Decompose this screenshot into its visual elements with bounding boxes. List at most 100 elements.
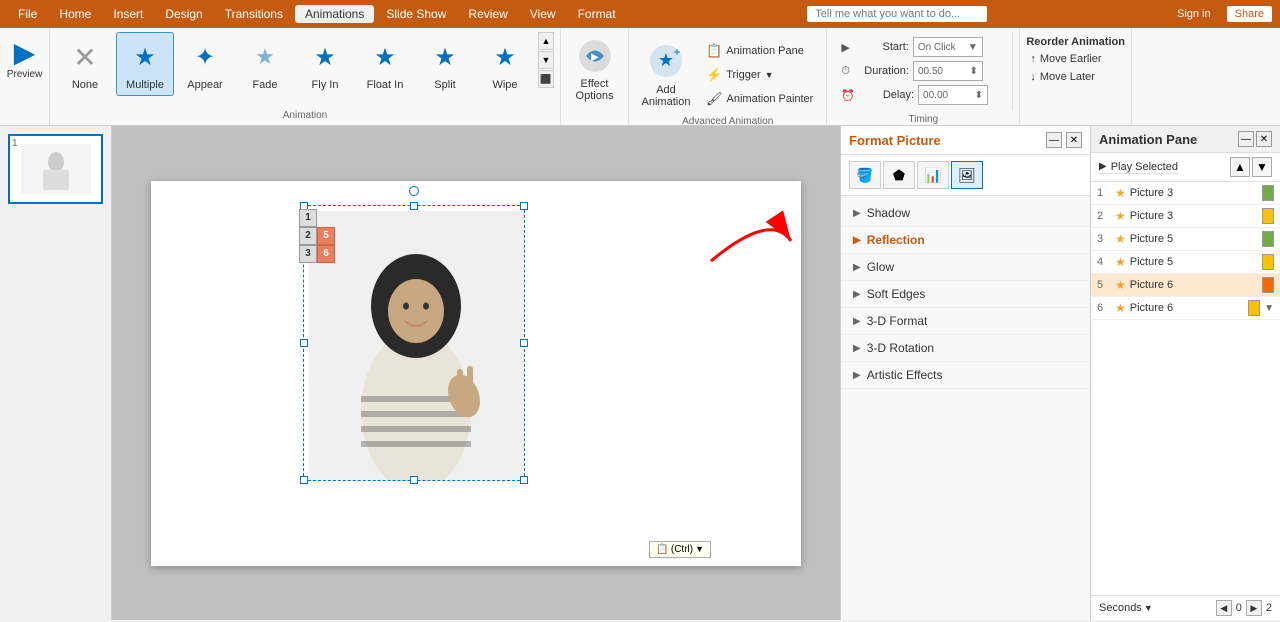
move-up-button[interactable]: ▲ [1230,157,1250,177]
none-label: None [72,79,98,91]
scroll-more-btn[interactable]: ⬛ [538,70,554,88]
anim-split[interactable]: ★ Split [416,32,474,96]
anim-row-4[interactable]: 4 ★ Picture 5 [1091,251,1280,274]
effect-options-button[interactable]: ▶ Effect Options [565,32,625,106]
anim-row-5[interactable]: 5 ★ Picture 6 [1091,274,1280,297]
share-button[interactable]: Share [1227,6,1272,22]
anim-row-6[interactable]: 6 ★ Picture 6 ▼ [1091,297,1280,320]
page-current: 0 [1236,602,1242,614]
anim-row-2[interactable]: 2 ★ Picture 3 [1091,205,1280,228]
format-panel-close[interactable]: ✕ [1066,132,1082,148]
3d-rotation-section[interactable]: ▶ 3-D Rotation [841,335,1090,362]
add-animation-button[interactable]: ★ + Add Animation [635,36,697,112]
advanced-right-buttons: 📋 Animation Pane ⚡ Trigger ▼ 🖌 Animation… [699,36,820,110]
handle-topright[interactable] [520,202,528,210]
menu-format[interactable]: Format [568,5,626,23]
glow-section[interactable]: ▶ Glow [841,254,1090,281]
menu-file[interactable]: File [8,5,47,23]
effects-tab[interactable]: 📊 [917,161,949,189]
ctrl-badge[interactable]: 📋 (Ctrl) ▼ [649,541,711,558]
slide-thumb-1[interactable]: 1 [8,134,103,204]
effect-options-group: ▶ Effect Options [561,28,629,125]
fill-tab[interactable]: 🪣 [849,161,881,189]
animation-pane-minimize[interactable]: — [1238,131,1254,147]
anim-multiple[interactable]: ★ Multiple [116,32,174,96]
handle-bottomcenter[interactable] [410,476,418,484]
delay-icon: ⏰ [841,89,855,102]
artistic-effects-label: Artistic Effects [867,368,943,382]
menu-review[interactable]: Review [458,5,517,23]
menu-home[interactable]: Home [49,5,101,23]
floatin-icon: ★ [365,37,405,77]
anim-star-3: ★ [1115,232,1126,246]
duration-input[interactable]: 00.50 ⬍ [913,61,983,81]
fill-icon: 🪣 [856,167,873,184]
move-earlier-button[interactable]: ↑ Move Earlier [1026,52,1125,66]
animation-painter-button[interactable]: 🖌 Animation Painter [699,88,820,110]
move-down-button[interactable]: ▼ [1252,157,1272,177]
add-animation-icon: ★ + [645,40,687,82]
anim-name-2: Picture 3 [1130,210,1258,222]
anim-name-3: Picture 5 [1130,233,1258,245]
move-later-button[interactable]: ↓ Move Later [1026,70,1125,84]
page-next-button[interactable]: ▶ [1246,600,1262,616]
anim-flyin[interactable]: ★ Fly In [296,32,354,96]
menu-transitions[interactable]: Transitions [215,5,293,23]
reflection-section[interactable]: ▶ Reflection [841,227,1090,254]
artistic-effects-section[interactable]: ▶ Artistic Effects [841,362,1090,389]
seconds-dropdown[interactable]: Seconds ▼ [1099,602,1153,614]
delay-input[interactable]: 00.00 ⬍ [918,85,988,105]
anim-none[interactable]: ✕ None [56,32,114,96]
animation-painter-label: Animation Painter [727,93,814,105]
soft-edges-section[interactable]: ▶ Soft Edges [841,281,1090,308]
soft-edges-label: Soft Edges [867,287,926,301]
handle-topcenter[interactable] [410,202,418,210]
rotate-handle[interactable] [409,186,419,196]
seconds-label: Seconds [1099,602,1142,614]
page-prev-button[interactable]: ◀ [1216,600,1232,616]
duration-icon: ⏱ [841,65,850,78]
menu-slideshow[interactable]: Slide Show [376,5,456,23]
search-input[interactable] [807,6,987,22]
timing-label: Timing [909,110,939,125]
anim-name-5: Picture 6 [1130,279,1258,291]
picture-tab[interactable]: 🖼 [951,161,983,189]
trigger-button[interactable]: ⚡ Trigger ▼ [699,64,820,86]
anim-row-3[interactable]: 3 ★ Picture 5 [1091,228,1280,251]
anim-wipe[interactable]: ★ Wipe [476,32,534,96]
format-panel-tabs: 🪣 ⬟ 📊 🖼 [841,155,1090,196]
3d-format-section[interactable]: ▶ 3-D Format [841,308,1090,335]
menu-animations[interactable]: Animations [295,5,374,23]
anim-floatin[interactable]: ★ Float In [356,32,414,96]
slide-canvas[interactable]: 1 2 3 5 6 📋 (Ctrl) ▼ [151,181,801,566]
handle-midleft[interactable] [300,339,308,347]
preview-button[interactable]: ▶ Preview [3,32,47,84]
start-dropdown[interactable]: On Click ▼ [913,37,983,57]
menu-view[interactable]: View [520,5,566,23]
anim-row-1[interactable]: 1 ★ Picture 3 [1091,182,1280,205]
scroll-down-btn[interactable]: ▼ [538,51,554,69]
page-navigation: ◀ 0 ▶ 2 [1216,600,1272,616]
handle-bottomright[interactable] [520,476,528,484]
anim-dropdown-6[interactable]: ▼ [1264,303,1274,314]
shape-tab[interactable]: ⬟ [883,161,915,189]
format-panel-minimize[interactable]: — [1046,132,1062,148]
play-selected-button[interactable]: ▶ Play Selected [1099,161,1178,174]
anim-fade[interactable]: ★ Fade [236,32,294,96]
handle-bottomleft[interactable] [300,476,308,484]
image-selection [303,205,525,481]
advanced-anim-group: ★ + Add Animation 📋 Animation Pane ⚡ Tri… [629,28,827,125]
menu-design[interactable]: Design [155,5,212,23]
anim-appear[interactable]: ✦ Appear [176,32,234,96]
shadow-section[interactable]: ▶ Shadow [841,200,1090,227]
animation-pane-button[interactable]: 📋 Animation Pane [699,40,820,62]
scroll-up-btn[interactable]: ▲ [538,32,554,50]
trigger-dropdown-icon: ▼ [765,70,774,80]
signin-button[interactable]: Sign in [1169,6,1219,22]
anim-name-1: Picture 3 [1130,187,1258,199]
animation-pane-close[interactable]: ✕ [1256,131,1272,147]
shadow-label: Shadow [867,206,910,220]
delay-label: Delay: [859,89,914,101]
handle-midright[interactable] [520,339,528,347]
menu-insert[interactable]: Insert [103,5,153,23]
